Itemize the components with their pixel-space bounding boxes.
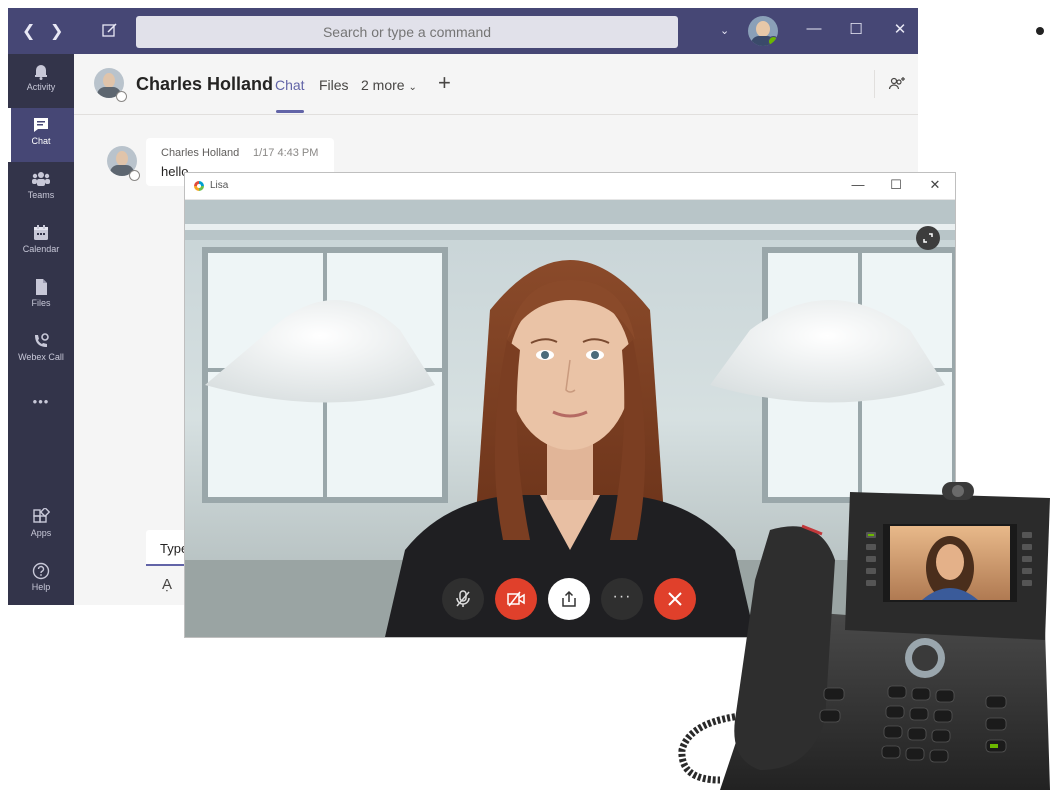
close-button[interactable]: ✕ (890, 20, 910, 38)
back-arrow-icon[interactable]: ❮ (22, 21, 35, 41)
active-tab-indicator (276, 110, 304, 113)
format-text-icon[interactable]: Ạ (162, 576, 172, 593)
forward-arrow-icon[interactable]: ❯ (50, 21, 63, 41)
mic-off-icon (456, 590, 470, 607)
rail-label: Calendar (22, 244, 60, 254)
chevron-down-icon: ⌄ (408, 82, 417, 93)
video-off-icon (507, 591, 525, 607)
bell-icon (35, 65, 47, 80)
presence-status-icon (129, 170, 140, 181)
share-button[interactable] (548, 578, 590, 620)
rail-label: Apps (30, 528, 52, 538)
more-options-button[interactable]: ··· (601, 578, 643, 620)
call-window-titlebar: Lisa — ☐ ✕ (185, 173, 955, 200)
header-divider (874, 70, 875, 98)
rail-more-button[interactable]: ••• (8, 388, 74, 418)
rail-item-chat[interactable]: Chat (8, 108, 74, 162)
message-author: Charles Holland (161, 147, 240, 159)
mute-button[interactable] (442, 578, 484, 620)
tab-chat[interactable]: Chat (275, 77, 305, 93)
rail-item-help[interactable]: Help (8, 554, 74, 605)
expand-video-button[interactable] (916, 226, 940, 250)
teams-icon (32, 172, 50, 186)
online-status-icon (768, 36, 778, 46)
apps-icon (33, 508, 50, 523)
webex-logo-icon (194, 181, 204, 191)
add-tab-icon[interactable]: + (438, 70, 451, 96)
contact-name: Charles Holland (136, 74, 274, 94)
call-minimize-button[interactable]: — (849, 177, 867, 192)
help-icon (32, 562, 50, 580)
rail-item-calendar[interactable]: Calendar (8, 216, 74, 270)
slide-bullet (1036, 27, 1044, 35)
chat-header: Charles Holland Chat Files 2 more ⌄ + (74, 54, 918, 115)
tab-more[interactable]: 2 more ⌄ (361, 77, 417, 93)
call-maximize-button[interactable]: ☐ (887, 177, 905, 193)
more-icon: ··· (612, 588, 632, 605)
rail-label: Chat (31, 136, 51, 146)
tab-files[interactable]: Files (319, 77, 349, 93)
presence-status-icon (116, 91, 127, 102)
profile-avatar[interactable] (748, 16, 778, 46)
message-timestamp: 1/17 4:43 PM (253, 147, 319, 159)
rail-item-teams[interactable]: Teams (8, 162, 74, 216)
share-icon (562, 590, 576, 607)
desk-video-phone (678, 482, 1050, 790)
rail-label: Activity (26, 82, 56, 92)
minimize-button[interactable]: — (804, 20, 824, 37)
rail-label: Files (31, 298, 51, 308)
rail-item-files[interactable]: Files (8, 270, 74, 324)
chevron-down-icon[interactable]: ⌄ (720, 24, 729, 37)
app-rail: Activity Chat Teams Calendar Files Webex… (8, 54, 74, 605)
rail-label: Webex Call (18, 352, 64, 362)
rail-item-activity[interactable]: Activity (8, 54, 74, 108)
add-people-icon[interactable] (888, 76, 906, 92)
rail-label: Help (31, 582, 51, 592)
files-icon (36, 279, 47, 295)
more-dots-icon: ••• (32, 394, 50, 409)
search-input[interactable] (136, 16, 678, 48)
call-window-title: Lisa (210, 180, 229, 191)
stop-video-button[interactable] (495, 578, 537, 620)
title-bar: ❮ ❯ ⌄ — ☐ ✕ (8, 8, 918, 54)
compose-icon[interactable] (102, 22, 118, 38)
rail-item-webex-call[interactable]: Webex Call (8, 324, 74, 378)
rail-item-apps[interactable]: Apps (8, 500, 74, 554)
call-close-button[interactable]: ✕ (926, 177, 944, 193)
chat-icon (34, 118, 48, 132)
expand-icon (923, 233, 933, 243)
tab-more-label: 2 more (361, 77, 405, 93)
calendar-icon (34, 225, 48, 240)
webex-call-icon (35, 333, 49, 347)
rail-label: Teams (27, 190, 55, 200)
maximize-button[interactable]: ☐ (846, 20, 866, 38)
